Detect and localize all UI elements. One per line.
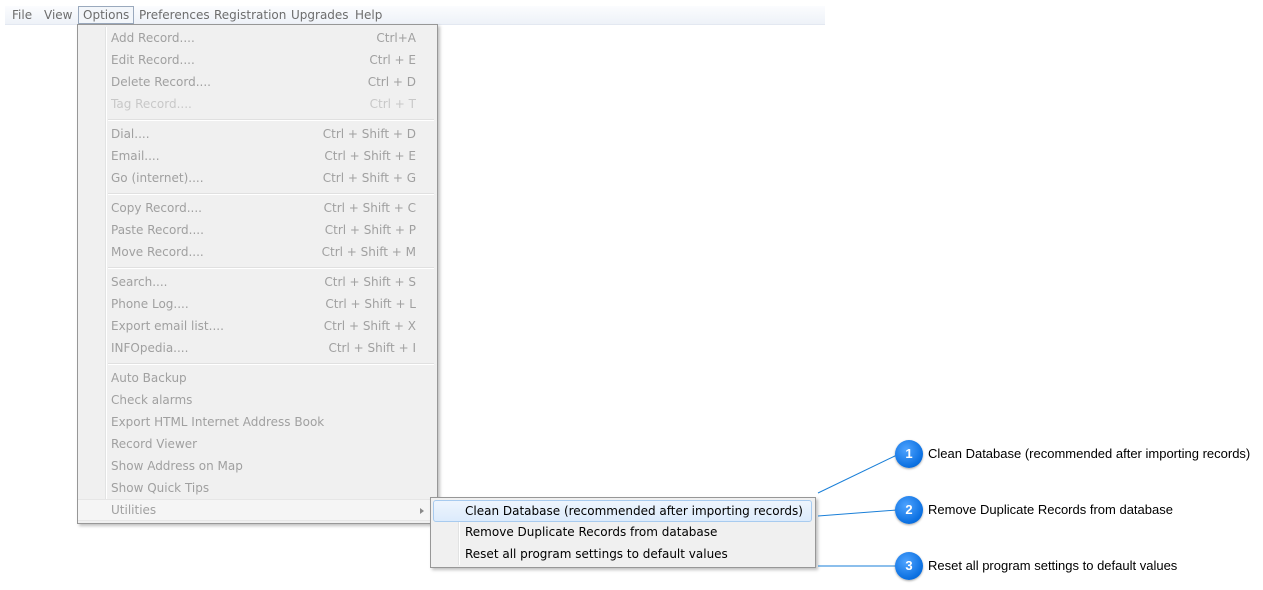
callout-text-1: Clean Database (recommended after import… bbox=[928, 446, 1251, 461]
callout-line-1 bbox=[817, 454, 898, 494]
callout-badge-1: 1 bbox=[895, 440, 923, 468]
callout-text-2: Remove Duplicate Records from database bbox=[928, 502, 1173, 517]
callout-badge-3: 3 bbox=[895, 552, 923, 580]
callout-badge-2: 2 bbox=[895, 496, 923, 524]
callout-text-3: Reset all program settings to default va… bbox=[928, 558, 1178, 573]
callout-line-2 bbox=[817, 509, 898, 517]
